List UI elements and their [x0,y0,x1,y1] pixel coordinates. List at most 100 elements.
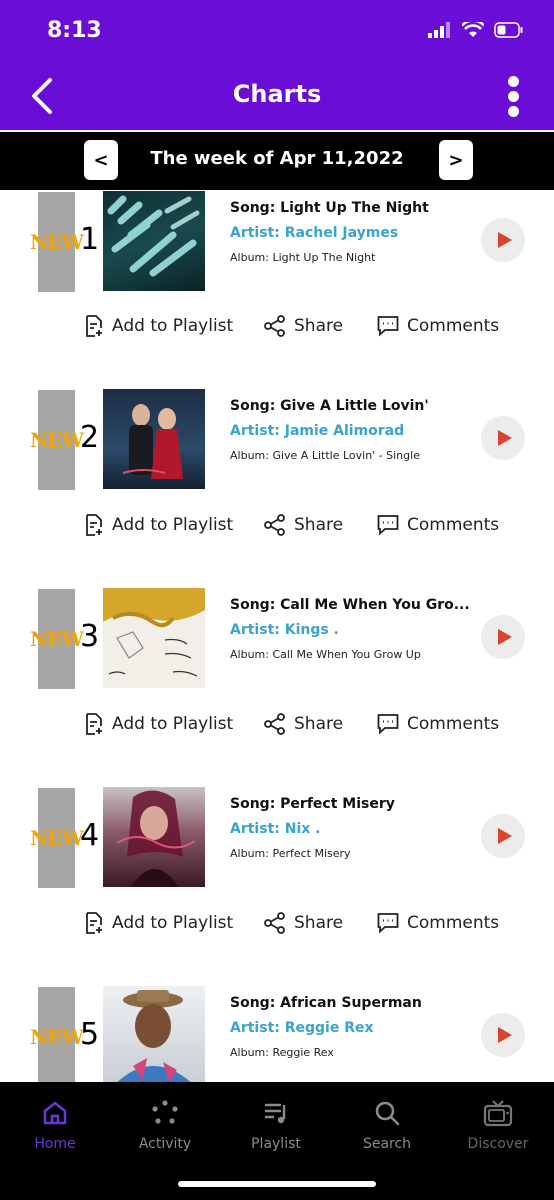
chart-item: NEW 5 Song: African Superman Artist: Reg… [0,985,554,1082]
cover-art-image [122,404,183,479]
status-time: 8:13 [47,18,102,43]
tab-search-label: Search [362,1136,412,1152]
next-week-button[interactable]: > [439,140,473,180]
share-icon [264,514,285,536]
rank-number: 3 [80,619,100,654]
item-actions: Add to Playlist Share Comments [0,713,554,743]
add-to-playlist-icon [86,315,102,337]
wifi-icon [462,22,484,37]
tab-home-label: Home [34,1136,76,1152]
share-button[interactable]: Share [264,912,343,934]
add-to-playlist-label: Add to Playlist [112,714,234,734]
album-cover[interactable] [103,191,205,291]
new-badge: NEW [30,987,84,1082]
chart-item: NEW 3 Song: Call Me When You Gro... Arti… [0,587,554,787]
rank-number: 5 [80,1017,100,1052]
home-icon [43,1101,67,1125]
add-to-playlist-icon [86,514,102,536]
album-name: Album: Reggie Rex [230,1046,334,1059]
comments-button[interactable]: Comments [377,315,499,337]
share-icon [264,912,285,934]
add-to-playlist-button[interactable]: Add to Playlist [84,713,233,735]
page-title: Charts [232,80,322,108]
add-to-playlist-icon [86,912,102,934]
status-bar: 8:13 [0,0,554,62]
tv-icon [483,1100,513,1127]
comments-label: Comments [407,714,500,734]
album-cover[interactable] [103,389,205,489]
cover-art-image [107,195,200,277]
item-actions: Add to Playlist Share Comments [0,912,554,942]
playlist-icon [265,1103,286,1124]
play-button[interactable] [481,615,525,659]
comments-label: Comments [407,316,500,336]
status-icons [428,22,524,38]
play-button[interactable] [481,1013,525,1057]
new-badge: NEW [30,589,84,689]
comments-icon [377,515,399,536]
share-icon [264,315,285,337]
artist-name[interactable]: Artist: Rachel Jaymes [230,225,398,241]
add-to-playlist-button[interactable]: Add to Playlist [84,315,233,337]
comments-label: Comments [407,913,500,933]
rank-number: 1 [80,222,100,257]
more-options-button[interactable] [506,76,520,118]
new-badge: NEW [30,192,84,292]
share-label: Share [294,316,344,336]
rank-number: 4 [80,818,100,853]
rank-number: 2 [80,420,100,455]
comments-button[interactable]: Comments [377,713,499,735]
artist-name[interactable]: Artist: Nix . [230,821,320,837]
tab-activity-label: Activity [138,1136,192,1152]
item-actions: Add to Playlist Share Comments [0,315,554,345]
signal-icon [428,22,450,38]
tab-search[interactable]: Search [332,1096,442,1152]
comments-icon [377,714,399,735]
album-name: Album: Light Up The Night [230,251,376,264]
cover-art-image [103,588,205,677]
tab-playlist[interactable]: Playlist [221,1096,331,1152]
chart-item: NEW 1 Song: Light Up The Night Artist: R… [0,190,554,390]
share-label: Share [294,913,344,933]
chart-item: NEW 2 Song: Give A Little Lovin' Artist:… [0,388,554,588]
song-title: Song: Give A Little Lovin' [230,398,429,414]
new-badge: NEW [30,390,84,490]
cover-art-image [116,790,196,887]
share-label: Share [294,714,344,734]
artist-name[interactable]: Artist: Reggie Rex [230,1020,374,1036]
tab-discover[interactable]: Discover [443,1096,553,1152]
tab-activity[interactable]: Activity [110,1096,220,1152]
artist-name[interactable]: Artist: Kings . [230,622,339,638]
share-button[interactable]: Share [264,514,343,536]
more-dot-icon [507,106,519,117]
play-button[interactable] [481,416,525,460]
song-title: Song: African Superman [230,995,422,1011]
comments-icon [377,913,399,934]
add-to-playlist-icon [86,713,102,735]
album-name: Album: Perfect Misery [230,847,351,860]
tab-home[interactable]: Home [0,1096,110,1152]
song-title: Song: Call Me When You Gro... [230,597,470,613]
play-button[interactable] [481,218,525,262]
chart-item: NEW 4 Song: Perfect Misery Artist: Nix .… [0,786,554,986]
add-to-playlist-label: Add to Playlist [112,515,234,535]
add-to-playlist-button[interactable]: Add to Playlist [84,912,233,934]
add-to-playlist-label: Add to Playlist [112,316,234,336]
battery-icon [494,22,523,38]
share-button[interactable]: Share [264,315,343,337]
song-title: Song: Light Up The Night [230,200,429,216]
add-to-playlist-button[interactable]: Add to Playlist [84,514,233,536]
album-cover[interactable] [103,787,205,887]
comments-button[interactable]: Comments [377,912,499,934]
album-cover[interactable] [103,986,205,1082]
week-selector: < The week of Apr 11,2022 > [0,132,554,190]
comments-button[interactable]: Comments [377,514,499,536]
app-bar: Charts [0,62,554,130]
album-name: Album: Call Me When You Grow Up [230,648,421,661]
share-button[interactable]: Share [264,713,343,735]
album-cover[interactable] [103,588,205,688]
activity-icon [152,1100,178,1124]
artist-name[interactable]: Artist: Jamie Alimorad [230,423,404,439]
tab-playlist-label: Playlist [251,1136,301,1152]
play-button[interactable] [481,814,525,858]
